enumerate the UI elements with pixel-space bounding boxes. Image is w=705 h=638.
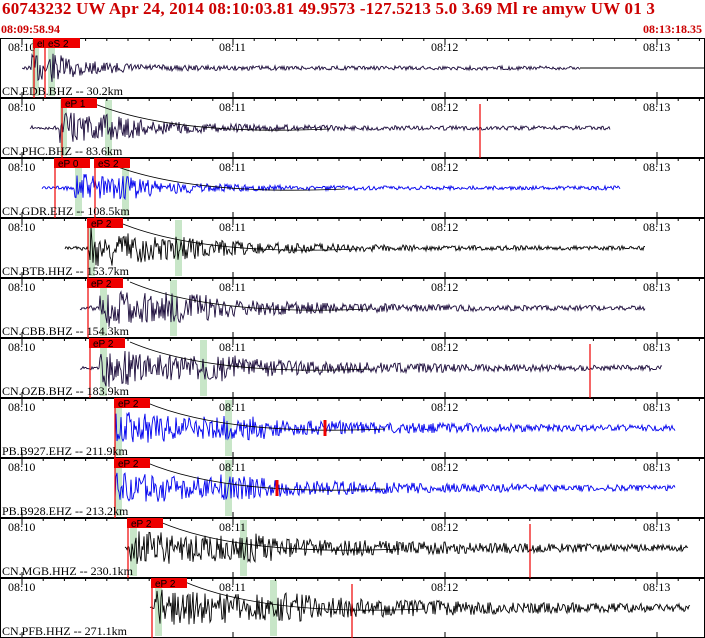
tick-label: 08:10: [8, 220, 35, 234]
tick-label: 08:11: [219, 340, 246, 354]
pick-label: eP 2: [91, 279, 112, 290]
tick-label: 08:12: [431, 580, 458, 594]
station-label: CN.MGB.HHZ -- 230.1km: [2, 564, 134, 578]
waveform-trace: [21, 53, 581, 82]
tick-label: 08:12: [431, 400, 458, 414]
waveform-trace: [114, 412, 676, 443]
pick-label: eP 2: [93, 339, 114, 350]
station-label: CN.EDB.BHZ -- 30.2km: [2, 84, 124, 98]
start-time: 08:09:58.94: [1, 22, 60, 36]
trace-panel: 08:10 08:11 08:12 08:13 eP 2 CN.PFB.HHZ -- 27…: [0, 578, 705, 638]
waveform-trace: [79, 350, 663, 387]
pick-label: eP 1: [65, 99, 86, 110]
amplitude-marker: [275, 480, 279, 496]
tick-label: 08:13: [643, 340, 670, 354]
waveform-trace: [124, 531, 689, 564]
tick-label: 08:10: [8, 460, 35, 474]
tick-label: 08:11: [219, 220, 246, 234]
event-title: 60743232 UW Apr 24, 2014 08:10:03.81 49.…: [2, 0, 656, 18]
tick-label: 08:10: [8, 520, 35, 534]
pick-label: eP 2: [91, 219, 112, 230]
trace-panel: 08:10 08:11 08:12 08:13 eP 2 CN.MGB.HHZ -- 23…: [0, 518, 705, 578]
tick-label: 08:13: [643, 40, 670, 54]
tick-label: 08:12: [431, 520, 458, 534]
tick-label: 08:10: [8, 400, 35, 414]
tick-label: 08:12: [431, 160, 458, 174]
station-label: CN.PFB.HHZ -- 271.1km: [2, 624, 128, 638]
station-label: PB.B928.EHZ -- 213.2km: [2, 504, 129, 518]
pick-label: eP 0: [58, 159, 79, 170]
seismogram-panel: 08:10 08:11 08:12 08:13 eP 0 eS 2 CN.EDB.BHZ -…: [0, 38, 705, 638]
pick-label: eS 2: [98, 159, 119, 170]
tick-label: 08:12: [431, 220, 458, 234]
tick-label: 08:11: [219, 160, 246, 174]
tick-label: 08:13: [643, 280, 670, 294]
pick-label: eP 2: [155, 579, 176, 590]
phase-window: [175, 220, 182, 276]
tick-label: 08:13: [643, 160, 670, 174]
tick-label: 08:13: [643, 100, 670, 114]
tick-label: 08:12: [431, 340, 458, 354]
coda-envelope: [144, 401, 386, 431]
station-label: CN.PHC.BHZ -- 83.6km: [2, 144, 123, 158]
pick-label: eS 2: [48, 39, 69, 50]
station-label: CN.OZB.BHZ -- 183.9km: [2, 384, 130, 398]
phase-window: [270, 580, 277, 636]
tick-label: 08:11: [219, 520, 246, 534]
station-label: CN.GDR.EHZ -- 108.5km: [2, 204, 130, 218]
trace-panel: 08:10 08:11 08:12 08:13 eP 0 eS 2 CN.GDR.EHZ -…: [0, 158, 705, 218]
tick-label: 08:12: [431, 100, 458, 114]
tick-label: 08:12: [431, 460, 458, 474]
tick-label: 08:10: [8, 580, 35, 594]
station-label: PB.B927.EHZ -- 211.9km: [2, 444, 129, 458]
tick-label: 08:10: [8, 280, 35, 294]
tick-label: 08:10: [8, 40, 35, 54]
tick-label: 08:11: [219, 400, 246, 414]
waveform-trace: [114, 472, 676, 502]
tick-label: 08:11: [219, 580, 246, 594]
tick-label: 08:12: [431, 40, 458, 54]
trace-panel: 08:10 08:11 08:12 08:13 eP 2 PB.B928.EHZ -- 2…: [0, 458, 705, 518]
tick-label: 08:13: [643, 460, 670, 474]
header: 60743232 UW Apr 24, 2014 08:10:03.81 49.…: [0, 0, 705, 38]
trace-panel: 08:10 08:11 08:12 08:13 eP 2 CN.CBB.BHZ -- 15…: [0, 278, 705, 338]
trace-panel: 08:1008:1108:1208:13eP 0eS 2CN.EDB.BHZ -…: [0, 38, 705, 98]
pick-label: eP 2: [118, 459, 139, 470]
pick-label: eP 2: [131, 519, 152, 530]
tick-label: 08:11: [219, 280, 246, 294]
end-time: 08:13:18.35: [643, 22, 702, 36]
waveform-trace: [149, 589, 691, 625]
station-label: CN.CBB.BHZ -- 154.3km: [2, 324, 130, 338]
tick-label: 08:13: [643, 520, 670, 534]
pick-label: eP 2: [118, 399, 139, 410]
tick-label: 08:10: [8, 160, 35, 174]
tick-label: 08:13: [643, 580, 670, 594]
tick-label: 08:12: [431, 280, 458, 294]
trace-panel: 08:10 08:11 08:12 08:13 eP 2 CN.BTB.HHZ -- 15…: [0, 218, 705, 278]
tick-label: 08:11: [219, 100, 246, 114]
tick-label: 08:10: [8, 340, 35, 354]
tick-label: 08:13: [643, 400, 670, 414]
amplitude-marker: [323, 420, 327, 436]
trace-panel: 08:10 08:11 08:12 08:13 eP 1 CN.PHC.BHZ -- 83…: [0, 98, 705, 158]
tick-label: 08:13: [643, 220, 670, 234]
waveform-trace: [29, 112, 611, 143]
trace-panel: 08:10 08:11 08:12 08:13 eP 2 PB.B927.EHZ -- 2…: [0, 398, 705, 458]
waveform-trace: [64, 226, 645, 267]
tick-label: 08:10: [8, 100, 35, 114]
station-label: CN.BTB.HHZ -- 153.7km: [2, 264, 130, 278]
tick-label: 08:11: [219, 460, 246, 474]
trace-panel: 08:10 08:11 08:12 08:13 eP 2 CN.OZB.BHZ -- 18…: [0, 338, 705, 398]
tick-label: 08:11: [219, 40, 246, 54]
